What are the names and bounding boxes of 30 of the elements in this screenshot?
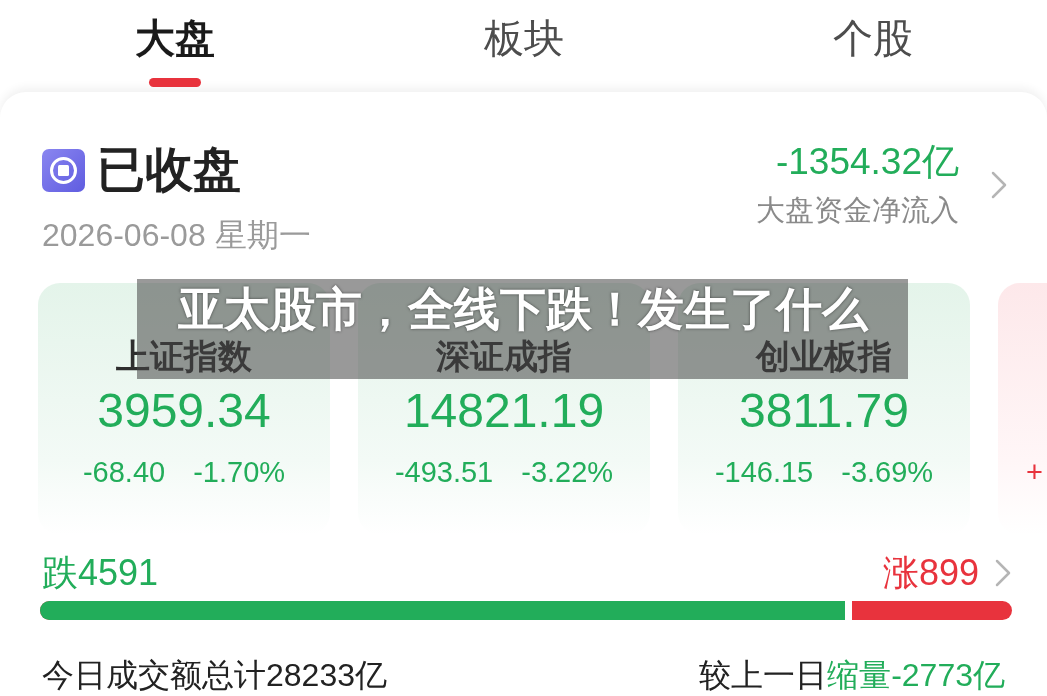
index-value: 14821.19 — [403, 383, 605, 439]
advancers-count: 涨899 — [882, 553, 979, 593]
chevron-right-icon[interactable] — [995, 559, 1011, 587]
turnover-total: 今日成交额总计28233亿 — [42, 657, 387, 693]
index-value: 3959.34 — [97, 383, 271, 439]
index-name: 深证成指 — [436, 338, 572, 374]
turnover-compare-label: 较上一日 — [699, 657, 828, 693]
index-change: -493.51 — [394, 455, 494, 489]
tab[interactable]: 大盘 — [132, 14, 217, 87]
turnover-change: 缩量-2773亿 — [827, 657, 1005, 693]
closed-status-icon — [42, 148, 85, 192]
decliners-count: 跌4591 — [42, 553, 159, 593]
net-inflow-value: -1354.32亿 — [775, 142, 959, 182]
tab[interactable]: 个股 — [830, 14, 915, 62]
index-change-percent: -3.69% — [841, 455, 934, 489]
index-value: 3811.79 — [739, 383, 909, 439]
trading-date: 2026-06-08 星期一 — [42, 216, 311, 254]
chevron-right-icon[interactable] — [991, 171, 1007, 199]
index-change-percent: -3.22% — [521, 455, 614, 489]
net-inflow-label: 大盘资金净流入 — [756, 193, 959, 228]
index-name: 上证指数 — [116, 338, 252, 374]
tab[interactable]: 板块 — [481, 14, 566, 62]
index-change: -68.40 — [82, 455, 166, 489]
index-change: -146.15 — [714, 455, 814, 489]
market-status-label: 已收盘 — [97, 142, 241, 198]
index-change: + — [1026, 455, 1043, 489]
index-change-percent: -1.70% — [193, 455, 286, 489]
index-name: 创业板指 — [756, 338, 892, 374]
active-tab-underline — [148, 78, 201, 87]
headline-text: 亚太股市，全线下跌！发生了什么 — [177, 283, 868, 335]
